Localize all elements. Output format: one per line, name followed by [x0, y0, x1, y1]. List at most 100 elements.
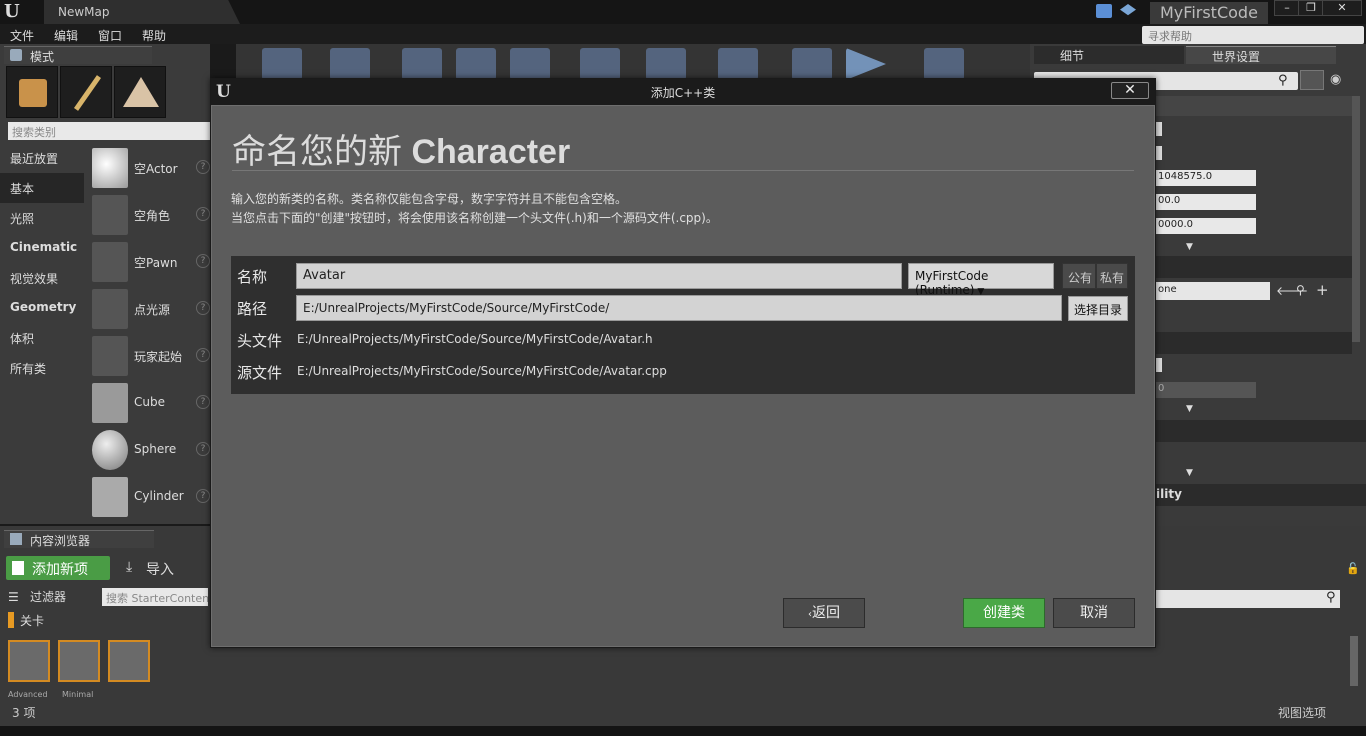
place-item-cylinder[interactable]: Cylinder ?	[86, 475, 210, 521]
help-icon[interactable]: ?	[196, 348, 210, 362]
view-list-icon[interactable]	[1300, 70, 1324, 90]
view-options-button[interactable]: 视图选项	[1278, 704, 1326, 721]
search-icon: ⚲	[1326, 590, 1336, 605]
content-browser-tab[interactable]: 内容浏览器	[4, 530, 154, 548]
eye-icon[interactable]: ◉	[1330, 72, 1341, 87]
category-visual-effects[interactable]: 视觉效果	[0, 263, 84, 293]
place-item-empty-actor[interactable]: 空Actor ?	[86, 146, 210, 192]
compile-icon[interactable]	[792, 48, 832, 80]
help-icon[interactable]: ?	[196, 442, 210, 456]
help-icon[interactable]: ?	[196, 395, 210, 409]
public-toggle[interactable]: 公有	[1062, 263, 1096, 289]
world-value-field[interactable]: 00.0	[1156, 194, 1256, 210]
menu-edit[interactable]: 编辑	[54, 27, 78, 44]
dialog-titlebar	[211, 79, 1155, 105]
category-lights[interactable]: 光照	[0, 203, 84, 233]
minimize-button[interactable]: –	[1274, 0, 1300, 16]
blueprints-icon[interactable]	[580, 48, 620, 80]
cancel-button[interactable]: 取消	[1053, 598, 1135, 628]
category-recent[interactable]: 最近放置	[0, 143, 84, 173]
place-item-label: 空Actor	[134, 162, 178, 176]
create-class-button[interactable]: 创建类	[963, 598, 1045, 628]
path-input[interactable]: E:/UnrealProjects/MyFirstCode/Source/MyF…	[296, 295, 1062, 321]
tab-world-settings[interactable]: 世界设置	[1186, 46, 1336, 64]
import-button[interactable]: 导入	[122, 556, 192, 580]
chevron-down-icon[interactable]: ▼	[1186, 404, 1193, 414]
dialog-heading: 命名您的新 Character	[232, 124, 570, 173]
chevron-down-icon[interactable]: ▼	[1186, 468, 1193, 478]
launch-icon[interactable]	[924, 48, 964, 80]
help-icon[interactable]: ?	[196, 254, 210, 268]
place-mode-button[interactable]	[6, 66, 58, 118]
filters-button[interactable]: 过滤器	[30, 588, 66, 605]
landscape-mode-button[interactable]	[114, 66, 166, 118]
world-value-field[interactable]: 1048575.0	[1156, 170, 1256, 186]
filter-levels-chip[interactable]: 关卡	[20, 612, 44, 629]
private-toggle[interactable]: 私有	[1096, 263, 1128, 289]
details-section-ability[interactable]: ility	[1156, 484, 1366, 506]
category-cinematic[interactable]: Cinematic	[0, 233, 84, 263]
marketplace-icon[interactable]	[456, 48, 496, 80]
place-item-sphere[interactable]: Sphere ?	[86, 428, 210, 474]
settings-icon[interactable]	[510, 48, 550, 80]
help-icon[interactable]: ?	[196, 489, 210, 503]
maximize-button[interactable]: ❐	[1298, 0, 1324, 16]
category-basic[interactable]: 基本	[0, 173, 84, 203]
header-file-label: 头文件	[237, 332, 283, 350]
menu-help[interactable]: 帮助	[142, 27, 166, 44]
help-search-input[interactable]: 寻求帮助	[1142, 26, 1364, 44]
world-value-field[interactable]: 0000.0	[1156, 218, 1256, 234]
category-all-classes[interactable]: 所有类	[0, 353, 84, 383]
checkbox[interactable]	[1156, 122, 1162, 136]
content-search-input[interactable]: 搜索 StarterContent	[102, 588, 208, 606]
help-icon[interactable]: ?	[196, 160, 210, 174]
modes-tab[interactable]: 模式	[4, 46, 152, 64]
chevron-down-icon[interactable]: ▼	[1186, 242, 1193, 252]
place-item-empty-pawn[interactable]: 空Pawn ?	[86, 240, 210, 286]
asset-thumbnail[interactable]	[58, 640, 100, 682]
search-icon[interactable]: ⚲	[1296, 283, 1305, 297]
name-label: 名称	[237, 268, 268, 286]
secondary-search-input[interactable]	[1156, 590, 1340, 608]
menu-window[interactable]: 窗口	[98, 27, 122, 44]
checkbox[interactable]	[1156, 358, 1162, 372]
place-item-point-light[interactable]: 点光源 ?	[86, 287, 210, 333]
source-control-icon[interactable]	[330, 48, 370, 80]
checkbox[interactable]	[1156, 146, 1162, 160]
help-icon[interactable]: ?	[196, 207, 210, 221]
details-section-header	[1156, 420, 1366, 442]
module-dropdown[interactable]: MyFirstCode (Runtime) ▼	[908, 263, 1054, 297]
world-value-field[interactable]: 0	[1156, 382, 1256, 398]
choose-folder-button[interactable]: 选择目录	[1068, 296, 1128, 321]
build-icon[interactable]	[718, 48, 758, 80]
search-categories-input[interactable]: 搜索类别	[8, 122, 210, 140]
close-window-button[interactable]: ✕	[1322, 0, 1362, 16]
chat-icon[interactable]	[1096, 4, 1112, 18]
tab-details[interactable]: 细节	[1034, 46, 1184, 64]
place-item-empty-character[interactable]: 空角色 ?	[86, 193, 210, 239]
menu-file[interactable]: 文件	[10, 27, 34, 44]
lock-icon[interactable]: 🔓	[1346, 562, 1360, 575]
class-name-input[interactable]: Avatar	[296, 263, 902, 289]
help-icon[interactable]: ?	[196, 301, 210, 315]
asset-thumbnail[interactable]	[108, 640, 150, 682]
level-tab[interactable]: NewMap	[44, 0, 240, 24]
paint-mode-button[interactable]	[60, 66, 112, 118]
save-icon[interactable]	[262, 48, 302, 80]
project-name: MyFirstCode	[1150, 2, 1268, 24]
place-item-cube[interactable]: Cube ?	[86, 381, 210, 427]
category-geometry[interactable]: Geometry	[0, 293, 84, 323]
dialog-close-button[interactable]: ✕	[1111, 82, 1149, 99]
cinematics-icon[interactable]	[646, 48, 686, 80]
content-icon[interactable]	[402, 48, 442, 80]
scrollbar[interactable]	[1352, 96, 1360, 342]
category-volumes[interactable]: 体积	[0, 323, 84, 353]
sources-toggle-icon[interactable]: ☰	[8, 590, 19, 604]
world-dropdown[interactable]: one	[1156, 282, 1270, 300]
add-icon[interactable]: +	[1316, 281, 1329, 299]
scrollbar[interactable]	[1350, 636, 1358, 686]
source-file-label: 源文件	[237, 364, 283, 382]
place-item-player-start[interactable]: 玩家起始 ?	[86, 334, 210, 380]
back-button[interactable]: ‹返回	[783, 598, 865, 628]
asset-thumbnail[interactable]	[8, 640, 50, 682]
